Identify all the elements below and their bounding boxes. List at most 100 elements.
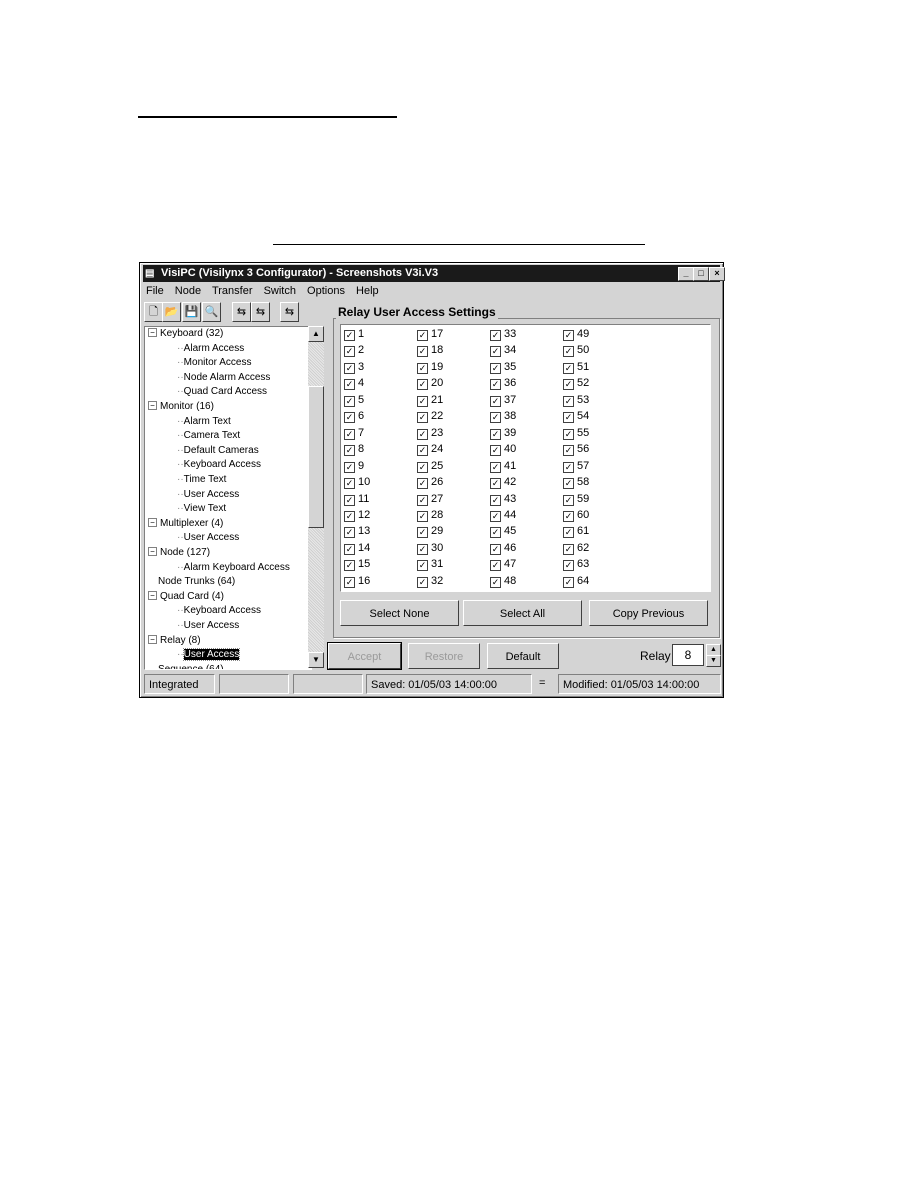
collapse-icon[interactable]: − [148, 590, 157, 600]
user-checkbox[interactable]: ✓ 42 [490, 476, 516, 490]
tree-item[interactable]: ··User Access [177, 619, 239, 632]
select-all-button[interactable]: Select All [463, 600, 582, 626]
user-checkbox[interactable]: ✓ 63 [563, 558, 589, 572]
new-icon[interactable]: 🗋 [144, 302, 163, 322]
user-checkbox[interactable]: ✓ 17 [417, 328, 443, 341]
tree-item[interactable]: ··Time Text [177, 473, 226, 486]
collapse-icon[interactable]: − [148, 328, 157, 337]
user-checkbox[interactable]: ✓ 28 [417, 509, 443, 522]
user-checkbox[interactable]: ✓ 25 [417, 460, 443, 473]
tree-item[interactable]: Sequence (64) [158, 663, 224, 669]
tree-item[interactable]: Node Trunks (64) [158, 575, 235, 588]
user-checkbox[interactable]: ✓ 21 [417, 394, 443, 407]
tree-item[interactable]: ··Alarm Access [177, 342, 244, 355]
user-checkbox[interactable]: ✓ 41 [490, 460, 516, 473]
user-checkbox[interactable]: ✓ 40 [490, 443, 516, 457]
tree-item[interactable]: − Monitor (16) [148, 400, 214, 413]
scroll-down-icon[interactable]: ▼ [308, 652, 324, 668]
user-checkbox[interactable]: ✓ 46 [490, 542, 516, 555]
user-checkbox[interactable]: ✓ 37 [490, 394, 516, 407]
tree-item[interactable]: ··Node Alarm Access [177, 371, 270, 384]
user-checkbox[interactable]: ✓ 23 [417, 427, 443, 440]
user-checkbox[interactable]: ✓ 6 [344, 410, 364, 424]
user-checkbox[interactable]: ✓ 47 [490, 558, 516, 572]
user-checkbox[interactable]: ✓ 15 [344, 558, 370, 572]
tree-item[interactable]: − Relay (8) [148, 634, 201, 647]
user-checkbox[interactable]: ✓ 55 [563, 427, 589, 440]
user-checkbox[interactable]: ✓ 4 [344, 377, 364, 391]
default-button[interactable]: Default [487, 643, 559, 669]
close-button[interactable]: × [709, 267, 725, 281]
tree-item[interactable]: − Node (127) [148, 546, 210, 559]
tree-item[interactable]: − Quad Card (4) [148, 590, 224, 603]
tree-item[interactable]: ··Camera Text [177, 429, 240, 442]
menu-options[interactable]: Options [307, 285, 345, 297]
user-checkbox[interactable]: ✓ 44 [490, 509, 516, 522]
user-checkbox[interactable]: ✓ 45 [490, 525, 516, 539]
user-checkbox[interactable]: ✓ 30 [417, 542, 443, 555]
user-checkbox[interactable]: ✓ 5 [344, 394, 364, 407]
collapse-icon[interactable]: − [148, 547, 157, 556]
user-checkbox[interactable]: ✓ 1 [344, 328, 364, 341]
spin-down-icon[interactable]: ▼ [706, 655, 721, 667]
accept-button[interactable]: Accept [327, 642, 402, 670]
tree-item[interactable]: ··View Text [177, 502, 226, 515]
transfer-node-icon[interactable]: ⇆ [280, 302, 299, 322]
open-icon[interactable]: 📂 [162, 302, 181, 322]
user-checkbox[interactable]: ✓ 33 [490, 328, 516, 341]
user-checkbox[interactable]: ✓ 7 [344, 427, 364, 440]
user-checkbox[interactable]: ✓ 60 [563, 509, 589, 522]
user-checkbox[interactable]: ✓ 61 [563, 525, 589, 539]
scroll-thumb[interactable] [308, 386, 324, 528]
menu-switch[interactable]: Switch [264, 285, 296, 297]
user-checkbox[interactable]: ✓ 8 [344, 443, 364, 457]
user-checkbox[interactable]: ✓ 20 [417, 377, 443, 391]
user-checkbox[interactable]: ✓ 36 [490, 377, 516, 391]
user-checkbox[interactable]: ✓ 58 [563, 476, 589, 490]
tree-item[interactable]: ··Default Cameras [177, 444, 259, 457]
print-preview-icon[interactable]: 🔍 [202, 302, 221, 322]
tree-item[interactable]: − Keyboard (32) [148, 327, 223, 340]
save-icon[interactable]: 💾 [182, 302, 201, 322]
user-checkbox[interactable]: ✓ 62 [563, 542, 589, 555]
user-checkbox[interactable]: ✓ 14 [344, 542, 370, 555]
user-checkbox[interactable]: ✓ 35 [490, 361, 516, 374]
user-checkbox[interactable]: ✓ 12 [344, 509, 370, 522]
user-checkbox[interactable]: ✓ 27 [417, 493, 443, 506]
scroll-up-icon[interactable]: ▲ [308, 326, 324, 342]
user-checkbox[interactable]: ✓ 18 [417, 344, 443, 358]
tree-item[interactable]: ··Quad Card Access [177, 385, 267, 398]
user-checkbox[interactable]: ✓ 51 [563, 361, 589, 374]
user-checkbox[interactable]: ✓ 26 [417, 476, 443, 490]
user-checkbox[interactable]: ✓ 32 [417, 575, 443, 588]
user-checkbox[interactable]: ✓ 2 [344, 344, 364, 358]
user-checkbox[interactable]: ✓ 59 [563, 493, 589, 506]
user-checkbox[interactable]: ✓ 53 [563, 394, 589, 407]
user-checkbox[interactable]: ✓ 48 [490, 575, 516, 588]
user-checkbox[interactable]: ✓ 16 [344, 575, 370, 588]
tree-item[interactable]: ··User Access [177, 488, 239, 501]
restore-button[interactable]: Restore [408, 643, 480, 669]
user-checkbox[interactable]: ✓ 9 [344, 460, 364, 473]
user-checkbox[interactable]: ✓ 50 [563, 344, 589, 358]
select-none-button[interactable]: Select None [340, 600, 459, 626]
relay-number-input[interactable]: 8 [672, 644, 704, 666]
tree-item[interactable]: ··Monitor Access [177, 356, 251, 369]
menu-transfer[interactable]: Transfer [212, 285, 253, 297]
maximize-button[interactable]: □ [693, 267, 709, 281]
user-checkbox[interactable]: ✓ 64 [563, 575, 589, 588]
collapse-icon[interactable]: − [148, 401, 157, 410]
user-checkbox[interactable]: ✓ 11 [344, 493, 369, 506]
user-checkbox[interactable]: ✓ 52 [563, 377, 589, 391]
tree-item[interactable]: − Multiplexer (4) [148, 517, 223, 530]
collapse-icon[interactable]: − [148, 517, 157, 527]
tree-item[interactable]: ··Alarm Keyboard Access [177, 561, 290, 574]
user-checkbox[interactable]: ✓ 31 [417, 558, 443, 572]
user-checkbox[interactable]: ✓ 56 [563, 443, 589, 457]
user-checkbox[interactable]: ✓ 54 [563, 410, 589, 424]
user-checkbox[interactable]: ✓ 24 [417, 443, 443, 457]
menu-node[interactable]: Node [175, 285, 201, 297]
copy-previous-button[interactable]: Copy Previous [589, 600, 708, 626]
user-checkbox[interactable]: ✓ 10 [344, 476, 370, 490]
transfer-in-icon[interactable]: ⇆ [232, 302, 251, 322]
